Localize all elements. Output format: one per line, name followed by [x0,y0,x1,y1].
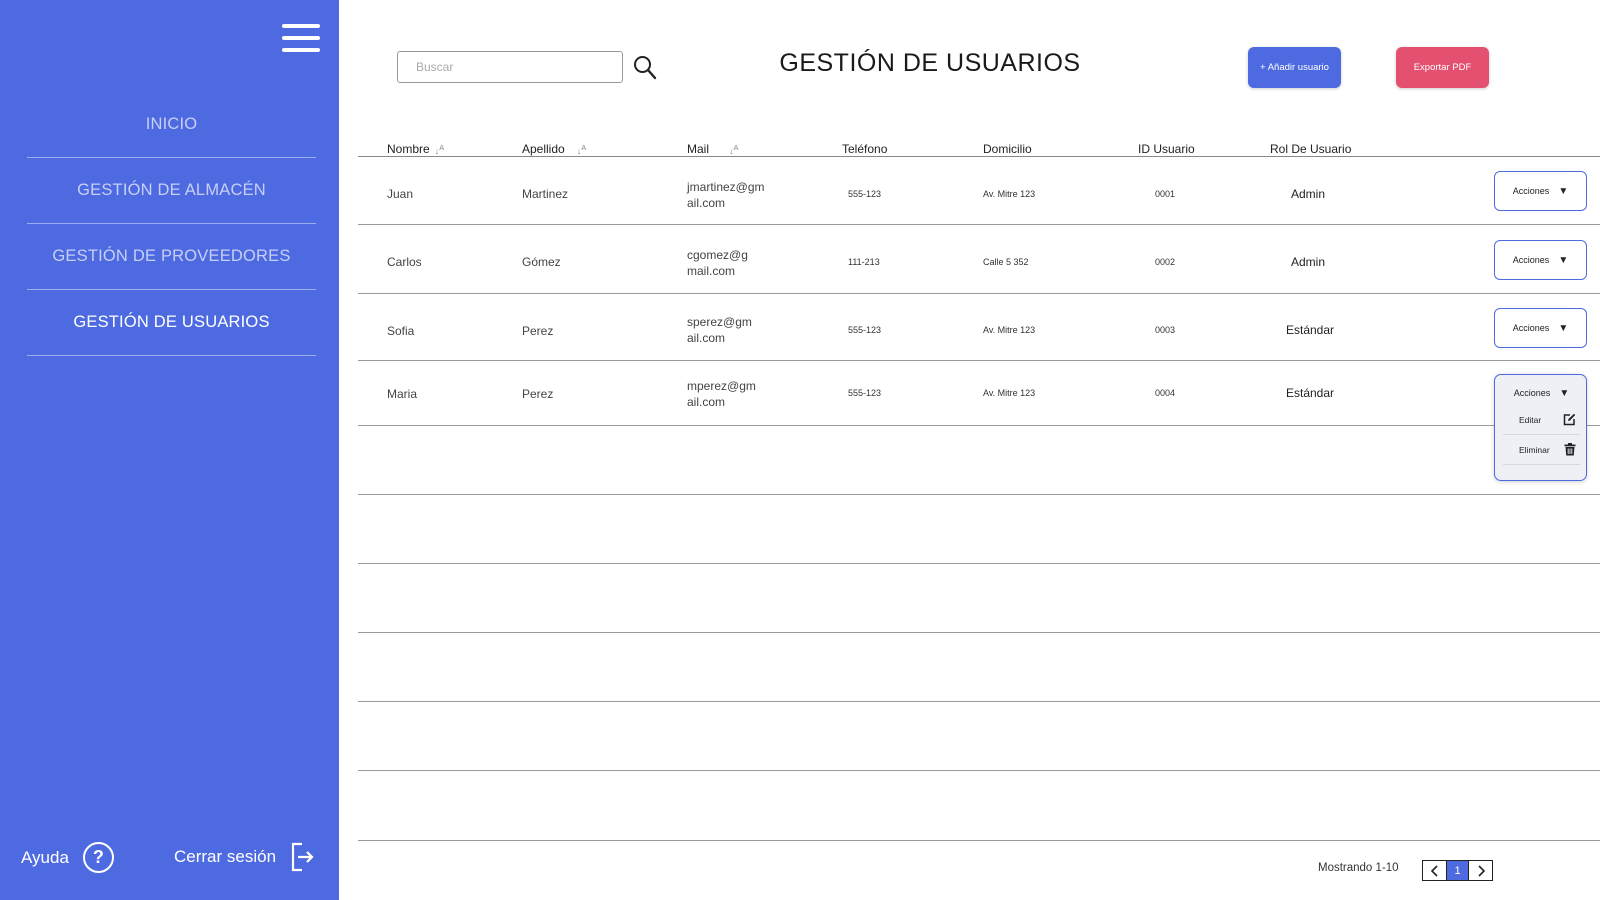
hamburger-menu-icon[interactable] [282,24,320,58]
table-row-empty [358,426,1600,495]
cell-nombre: Juan [387,187,414,201]
table-row: Carlos Gómez cgomez@g mail.com 111-213 Ca… [358,225,1600,294]
cell-rol: Admin [1291,187,1326,201]
sidebar-item-usuarios[interactable]: GESTIÓN DE USUARIOS [27,290,316,356]
cell-apellido: Martinez [522,187,569,201]
menu-item-editar[interactable]: Editar [1503,405,1580,435]
caret-down-icon: ▼ [1558,185,1569,197]
cell-domicilio: Av. Mitre 123 [983,388,1036,398]
cell-apellido: Perez [522,324,554,338]
column-header-apellido: Apellido ↓A [522,142,587,156]
help-label: Ayuda [21,847,69,867]
column-header-nombre: Nombre ↓A [387,142,445,156]
cell-id: 0001 [1155,189,1176,199]
cell-mail: cgomez@g mail.com [687,248,748,278]
cell-telefono: 555-123 [848,388,882,398]
column-header-telefono: Teléfono [842,142,888,156]
sidebar-footer: Ayuda ? Cerrar sesión [0,842,339,882]
cell-id: 0004 [1155,388,1176,398]
table-row: Sofia Perez sperez@gm ail.com 555-123 Av.… [358,294,1600,361]
menu-item-label: Eliminar [1519,444,1550,455]
caret-down-icon: ▼ [1558,254,1569,266]
magnifier-icon[interactable] [633,55,657,81]
cell-nombre: Carlos [387,255,422,269]
actions-dropdown-button[interactable]: Acciones ▼ [1494,308,1587,348]
logout-link[interactable]: Cerrar sesión [174,842,314,872]
search-input[interactable] [397,51,623,83]
help-link[interactable]: Ayuda ? [21,842,114,873]
chevron-left-icon[interactable] [1423,861,1446,880]
chevron-right-icon[interactable] [1469,861,1492,880]
table-row: Juan Martinez jmartinez@gm ail.com 555-12… [358,157,1600,225]
menu-item-label: Editar [1519,414,1542,425]
caret-down-icon: ▼ [1559,387,1570,399]
logout-icon[interactable] [290,842,314,872]
caret-down-icon: ▼ [1558,322,1569,334]
cell-mail: jmartinez@gm ail.com [687,180,765,210]
sort-az-icon[interactable]: ↓A [435,143,445,156]
cell-mail: mperez@gm ail.com [687,379,756,409]
table-header: Nombre ↓A Apellido ↓A Mail ↓A Teléfono Domi… [358,139,1600,157]
table-row-empty [358,702,1600,771]
cell-telefono: 111-213 [848,257,880,267]
pagination-status: Mostrando 1-10 [1318,862,1399,874]
table-row: Maria Perez mperez@gm ail.com 555-123 Av.… [358,361,1600,426]
cell-domicilio: Av. Mitre 123 [983,325,1036,335]
sidebar-item-proveedores[interactable]: GESTIÓN DE PROVEEDORES [27,224,316,290]
export-pdf-button[interactable]: Exportar PDF [1396,47,1489,88]
add-user-button[interactable]: + Añadir usuario [1248,47,1341,88]
cell-rol: Estándar [1286,323,1335,337]
sidebar-item-almacen[interactable]: GESTIÓN DE ALMACÉN [27,158,316,224]
sort-az-icon[interactable]: ↓A [729,143,739,156]
table-row-empty [358,771,1600,841]
cell-telefono: 555-123 [848,325,882,335]
actions-dropdown-button[interactable]: Acciones ▼ [1494,240,1587,280]
logout-label: Cerrar sesión [174,847,277,866]
menu-item-eliminar[interactable]: Eliminar [1503,435,1580,465]
cell-id: 0002 [1155,257,1176,267]
sidebar-item-inicio[interactable]: INICIO [27,92,316,158]
sort-az-icon[interactable]: ↓A [577,143,587,156]
cell-domicilio: Calle 5 352 [983,257,1029,267]
actions-dropdown-button[interactable]: Acciones ▼ [1494,171,1587,211]
table-row-empty [358,633,1600,702]
column-header-mail: Mail ↓A [687,142,739,156]
pagination: 1 [1422,860,1493,881]
cell-apellido: Perez [522,387,554,401]
page-title: GESTIÓN DE USUARIOS [779,49,1081,77]
table-row-empty [358,564,1600,633]
cell-nombre: Sofia [387,324,415,338]
cell-mail: sperez@gm ail.com [687,315,752,345]
actions-dropdown-button[interactable]: Acciones ▼ [1495,383,1588,403]
table-row-empty [358,495,1600,564]
cell-rol: Estándar [1286,386,1335,400]
page-number-current[interactable]: 1 [1446,861,1469,880]
cell-telefono: 555-123 [848,189,882,199]
column-header-rol: Rol De Usuario [1270,142,1352,156]
trash-icon [1564,443,1576,456]
question-circle-icon[interactable]: ? [82,842,114,873]
sidebar: INICIO GESTIÓN DE ALMACÉN GESTIÓN DE PRO… [0,0,339,900]
cell-apellido: Gómez [522,255,561,269]
cell-rol: Admin [1291,255,1326,269]
cell-nombre: Maria [387,387,418,401]
edit-icon [1563,413,1576,426]
cell-id: 0003 [1155,325,1176,335]
actions-dropdown-menu: Acciones ▼ Editar Eliminar [1494,374,1587,481]
column-header-domicilio: Domicilio [983,142,1032,156]
cell-domicilio: Av. Mitre 123 [983,189,1036,199]
column-header-id: ID Usuario [1138,142,1195,156]
